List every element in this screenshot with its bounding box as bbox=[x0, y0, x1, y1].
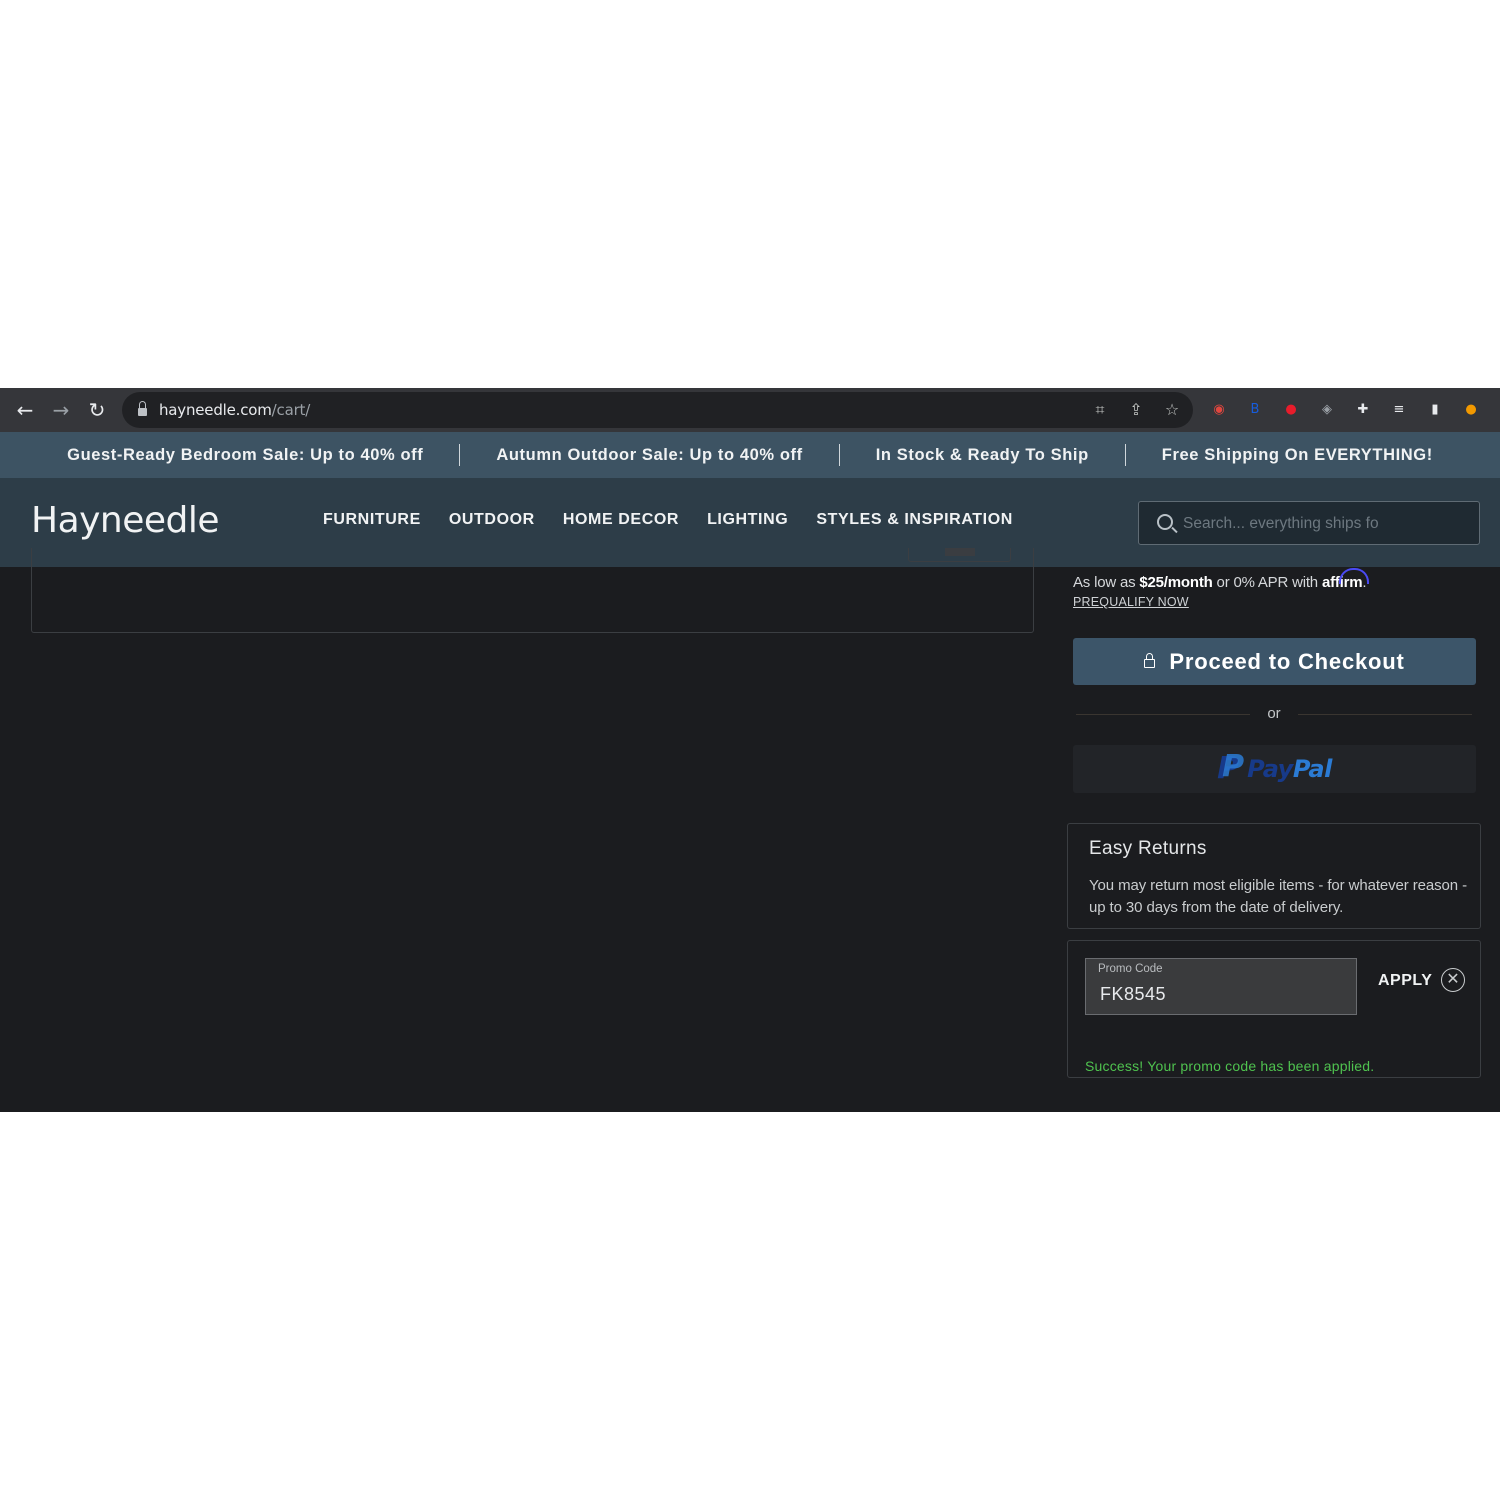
nav-lighting[interactable]: LIGHTING bbox=[693, 511, 802, 529]
url-host: hayneedle.com bbox=[159, 401, 272, 419]
extension-shield-icon[interactable]: ◈ bbox=[1314, 397, 1340, 423]
promo-banner-item[interactable]: Guest-Ready Bedroom Sale: Up to 40% off bbox=[31, 446, 459, 465]
promo-banner-item[interactable]: In Stock & Ready To Ship bbox=[840, 446, 1125, 465]
promo-code-field[interactable]: Promo Code bbox=[1085, 958, 1357, 1015]
translate-icon[interactable]: ⌗ bbox=[1089, 399, 1111, 421]
nav-outdoor[interactable]: OUTDOOR bbox=[435, 511, 549, 529]
side-panel-icon[interactable]: ▮ bbox=[1422, 397, 1448, 423]
promo-code-label: Promo Code bbox=[1098, 963, 1163, 975]
forward-icon[interactable]: → bbox=[48, 397, 74, 423]
extension-bitwarden-icon[interactable]: B bbox=[1242, 397, 1268, 423]
search-input[interactable] bbox=[1183, 512, 1468, 536]
search-icon[interactable] bbox=[1157, 514, 1173, 530]
or-divider: or bbox=[1076, 704, 1472, 724]
lock-icon[interactable] bbox=[138, 401, 147, 416]
prequalify-link[interactable]: PREQUALIFY NOW bbox=[1073, 595, 1189, 609]
extensions-puzzle-icon[interactable]: ✚ bbox=[1350, 397, 1376, 423]
search-box[interactable] bbox=[1138, 501, 1480, 545]
hayneedle-logo[interactable]: Hayneedle bbox=[31, 500, 220, 541]
affirm-logo: affirm bbox=[1321, 574, 1363, 591]
share-icon[interactable]: ⇪ bbox=[1125, 399, 1147, 421]
browser-screen: ← → ↻ hayneedle.com/cart/ ⌗ ⇪ ☆ ◉ B ● ◈ ✚ ≡ ▮ ●… bbox=[0, 388, 1500, 1112]
promo-banner-item[interactable]: Autumn Outdoor Sale: Up to 40% off bbox=[460, 446, 838, 465]
back-icon[interactable]: ← bbox=[12, 397, 38, 423]
affirm-financing-text: As low as $25/month or 0% APR with affir… bbox=[1073, 574, 1367, 591]
promo-success-message: Success! Your promo code has been applie… bbox=[1085, 1058, 1375, 1074]
url-text[interactable]: hayneedle.com/cart/ bbox=[159, 401, 310, 419]
proceed-to-checkout-button[interactable]: Proceed to Checkout bbox=[1073, 638, 1476, 685]
profile-avatar-icon[interactable]: ● bbox=[1458, 397, 1484, 423]
promo-code-box: Promo Code APPLY ✕ Success! Your promo c… bbox=[1067, 940, 1481, 1078]
promo-banner-item[interactable]: Free Shipping On EVERYTHING! bbox=[1126, 446, 1469, 465]
paypal-word-pay: Pay bbox=[1247, 755, 1293, 783]
affirm-prefix: As low as bbox=[1073, 574, 1140, 591]
nav-styles-inspiration[interactable]: STYLES & INSPIRATION bbox=[802, 511, 1027, 529]
nav-home-decor[interactable]: HOME DECOR bbox=[549, 511, 693, 529]
promo-code-input[interactable] bbox=[1100, 981, 1340, 1007]
nav-furniture[interactable]: FURNITURE bbox=[309, 511, 435, 529]
reading-list-icon[interactable]: ≡ bbox=[1386, 397, 1412, 423]
paypal-logo-icon: PP bbox=[1217, 749, 1245, 786]
clear-promo-icon[interactable]: ✕ bbox=[1441, 968, 1465, 992]
checkout-label: Proceed to Checkout bbox=[1169, 648, 1405, 674]
url-path: /cart/ bbox=[271, 401, 311, 419]
extensions-area: ◉ B ● ◈ ✚ ≡ ▮ ● bbox=[1206, 397, 1484, 423]
affirm-amount: $25/month bbox=[1139, 574, 1213, 591]
extension-red-shield-icon[interactable]: ● bbox=[1278, 397, 1304, 423]
affirm-middle: or 0% APR with bbox=[1212, 574, 1322, 591]
reload-icon[interactable]: ↻ bbox=[84, 397, 110, 423]
address-bar[interactable]: hayneedle.com/cart/ ⌗ ⇪ ☆ bbox=[122, 392, 1193, 428]
extension-spy-icon[interactable]: ◉ bbox=[1206, 397, 1232, 423]
apply-button[interactable]: APPLY bbox=[1378, 972, 1432, 990]
lock-icon bbox=[1144, 653, 1156, 669]
returns-body: You may return most eligible items - for… bbox=[1089, 877, 1467, 916]
cart-items-panel bbox=[31, 548, 1034, 633]
paypal-button[interactable]: PP PayPal bbox=[1073, 745, 1476, 793]
browser-toolbar: ← → ↻ hayneedle.com/cart/ ⌗ ⇪ ☆ ◉ B ● ◈ ✚ ≡ ▮ ● bbox=[0, 388, 1500, 432]
promo-banner: Guest-Ready Bedroom Sale: Up to 40% off A… bbox=[0, 432, 1500, 478]
returns-title: Easy Returns bbox=[1089, 838, 1207, 859]
paypal-wordmark: PayPal bbox=[1247, 755, 1332, 783]
quantity-stepper[interactable] bbox=[908, 548, 1011, 562]
bookmark-star-icon[interactable]: ☆ bbox=[1161, 399, 1183, 421]
paypal-word-pal: Pal bbox=[1292, 755, 1332, 783]
main-nav: FURNITURE OUTDOOR HOME DECOR LIGHTING STYLES… bbox=[309, 511, 1027, 529]
easy-returns-box: Easy Returns You may return most eligibl… bbox=[1067, 823, 1481, 929]
